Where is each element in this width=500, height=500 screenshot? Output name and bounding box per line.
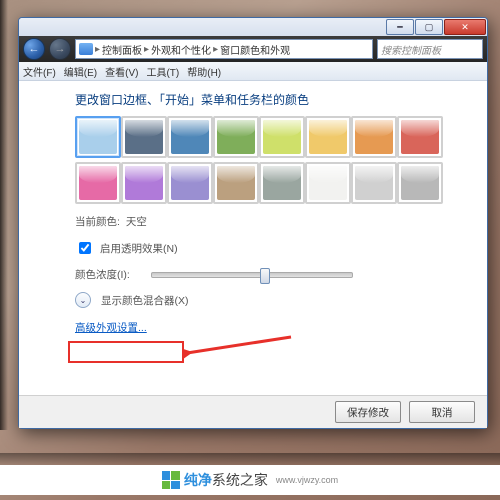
color-swatch[interactable]: [75, 162, 121, 204]
color-swatch[interactable]: [259, 162, 305, 204]
watermark-logo-icon: [162, 471, 180, 489]
color-swatch[interactable]: [259, 116, 305, 158]
color-swatch[interactable]: [351, 116, 397, 158]
page-title: 更改窗口边框、「开始」菜单和任务栏的颜色: [75, 91, 477, 108]
color-swatch[interactable]: [397, 116, 443, 158]
advanced-appearance-link[interactable]: 高级外观设置...: [75, 320, 147, 335]
menu-tools[interactable]: 工具(T): [146, 64, 179, 79]
forward-button[interactable]: →: [49, 38, 71, 60]
cancel-button[interactable]: 取消: [409, 401, 475, 423]
search-input[interactable]: 搜索控制面板: [377, 39, 483, 59]
maximize-button[interactable]: ▢: [415, 19, 443, 35]
titlebar: ━ ▢ ✕: [19, 18, 487, 36]
navbar: ← → ▸ 控制面板 ▸ 外观和个性化 ▸ 窗口颜色和外观 搜索控制面板: [19, 36, 487, 62]
shade: [0, 453, 500, 465]
annotation-arrow: [183, 333, 293, 363]
annotation-box: [68, 341, 184, 363]
menu-view[interactable]: 查看(V): [105, 64, 138, 79]
intensity-row: 颜色浓度(I):: [75, 267, 477, 282]
watermark-text: 纯净系统之家: [184, 470, 268, 490]
window: ━ ▢ ✕ ← → ▸ 控制面板 ▸ 外观和个性化 ▸ 窗口颜色和外观 搜索控制…: [18, 17, 488, 429]
mixer-toggle[interactable]: ⌄ 显示颜色混合器(X): [75, 292, 477, 308]
menu-help[interactable]: 帮助(H): [187, 64, 221, 79]
slider-thumb[interactable]: [260, 268, 270, 284]
color-swatch[interactable]: [351, 162, 397, 204]
transparency-row: 启用透明效果(N): [75, 239, 477, 257]
color-swatch[interactable]: [167, 162, 213, 204]
breadcrumb[interactable]: ▸ 控制面板 ▸ 外观和个性化 ▸ 窗口颜色和外观: [75, 39, 373, 59]
watermark-url: www.vjwzy.com: [276, 475, 338, 485]
shade: [0, 0, 8, 430]
color-swatch[interactable]: [305, 162, 351, 204]
color-swatch[interactable]: [213, 162, 259, 204]
intensity-slider[interactable]: [151, 272, 353, 278]
crumb[interactable]: 外观和个性化: [151, 42, 211, 57]
color-swatch[interactable]: [121, 162, 167, 204]
current-color-row: 当前颜色: 天空: [75, 214, 477, 229]
color-swatch[interactable]: [305, 116, 351, 158]
color-swatch[interactable]: [75, 116, 121, 158]
save-button[interactable]: 保存修改: [335, 401, 401, 423]
footer: 保存修改 取消: [19, 395, 487, 428]
minimize-button[interactable]: ━: [386, 19, 414, 35]
color-swatch[interactable]: [397, 162, 443, 204]
menubar: 文件(F) 编辑(E) 查看(V) 工具(T) 帮助(H): [19, 62, 487, 81]
current-color-value: 天空: [126, 214, 147, 229]
chevron-down-icon: ⌄: [75, 292, 91, 308]
crumb[interactable]: 控制面板: [102, 42, 142, 57]
color-swatches: [75, 116, 477, 204]
transparency-checkbox[interactable]: [79, 242, 91, 254]
color-swatch[interactable]: [167, 116, 213, 158]
color-swatch[interactable]: [213, 116, 259, 158]
content: 更改窗口边框、「开始」菜单和任务栏的颜色 当前颜色: 天空 启用透明效果(N) …: [19, 81, 487, 395]
close-button[interactable]: ✕: [444, 19, 486, 35]
color-swatch[interactable]: [121, 116, 167, 158]
control-panel-icon: [79, 43, 93, 55]
menu-edit[interactable]: 编辑(E): [64, 64, 97, 79]
crumb[interactable]: 窗口颜色和外观: [220, 42, 290, 57]
back-button[interactable]: ←: [23, 38, 45, 60]
watermark: 纯净系统之家 www.vjwzy.com: [0, 465, 500, 495]
menu-file[interactable]: 文件(F): [23, 64, 56, 79]
